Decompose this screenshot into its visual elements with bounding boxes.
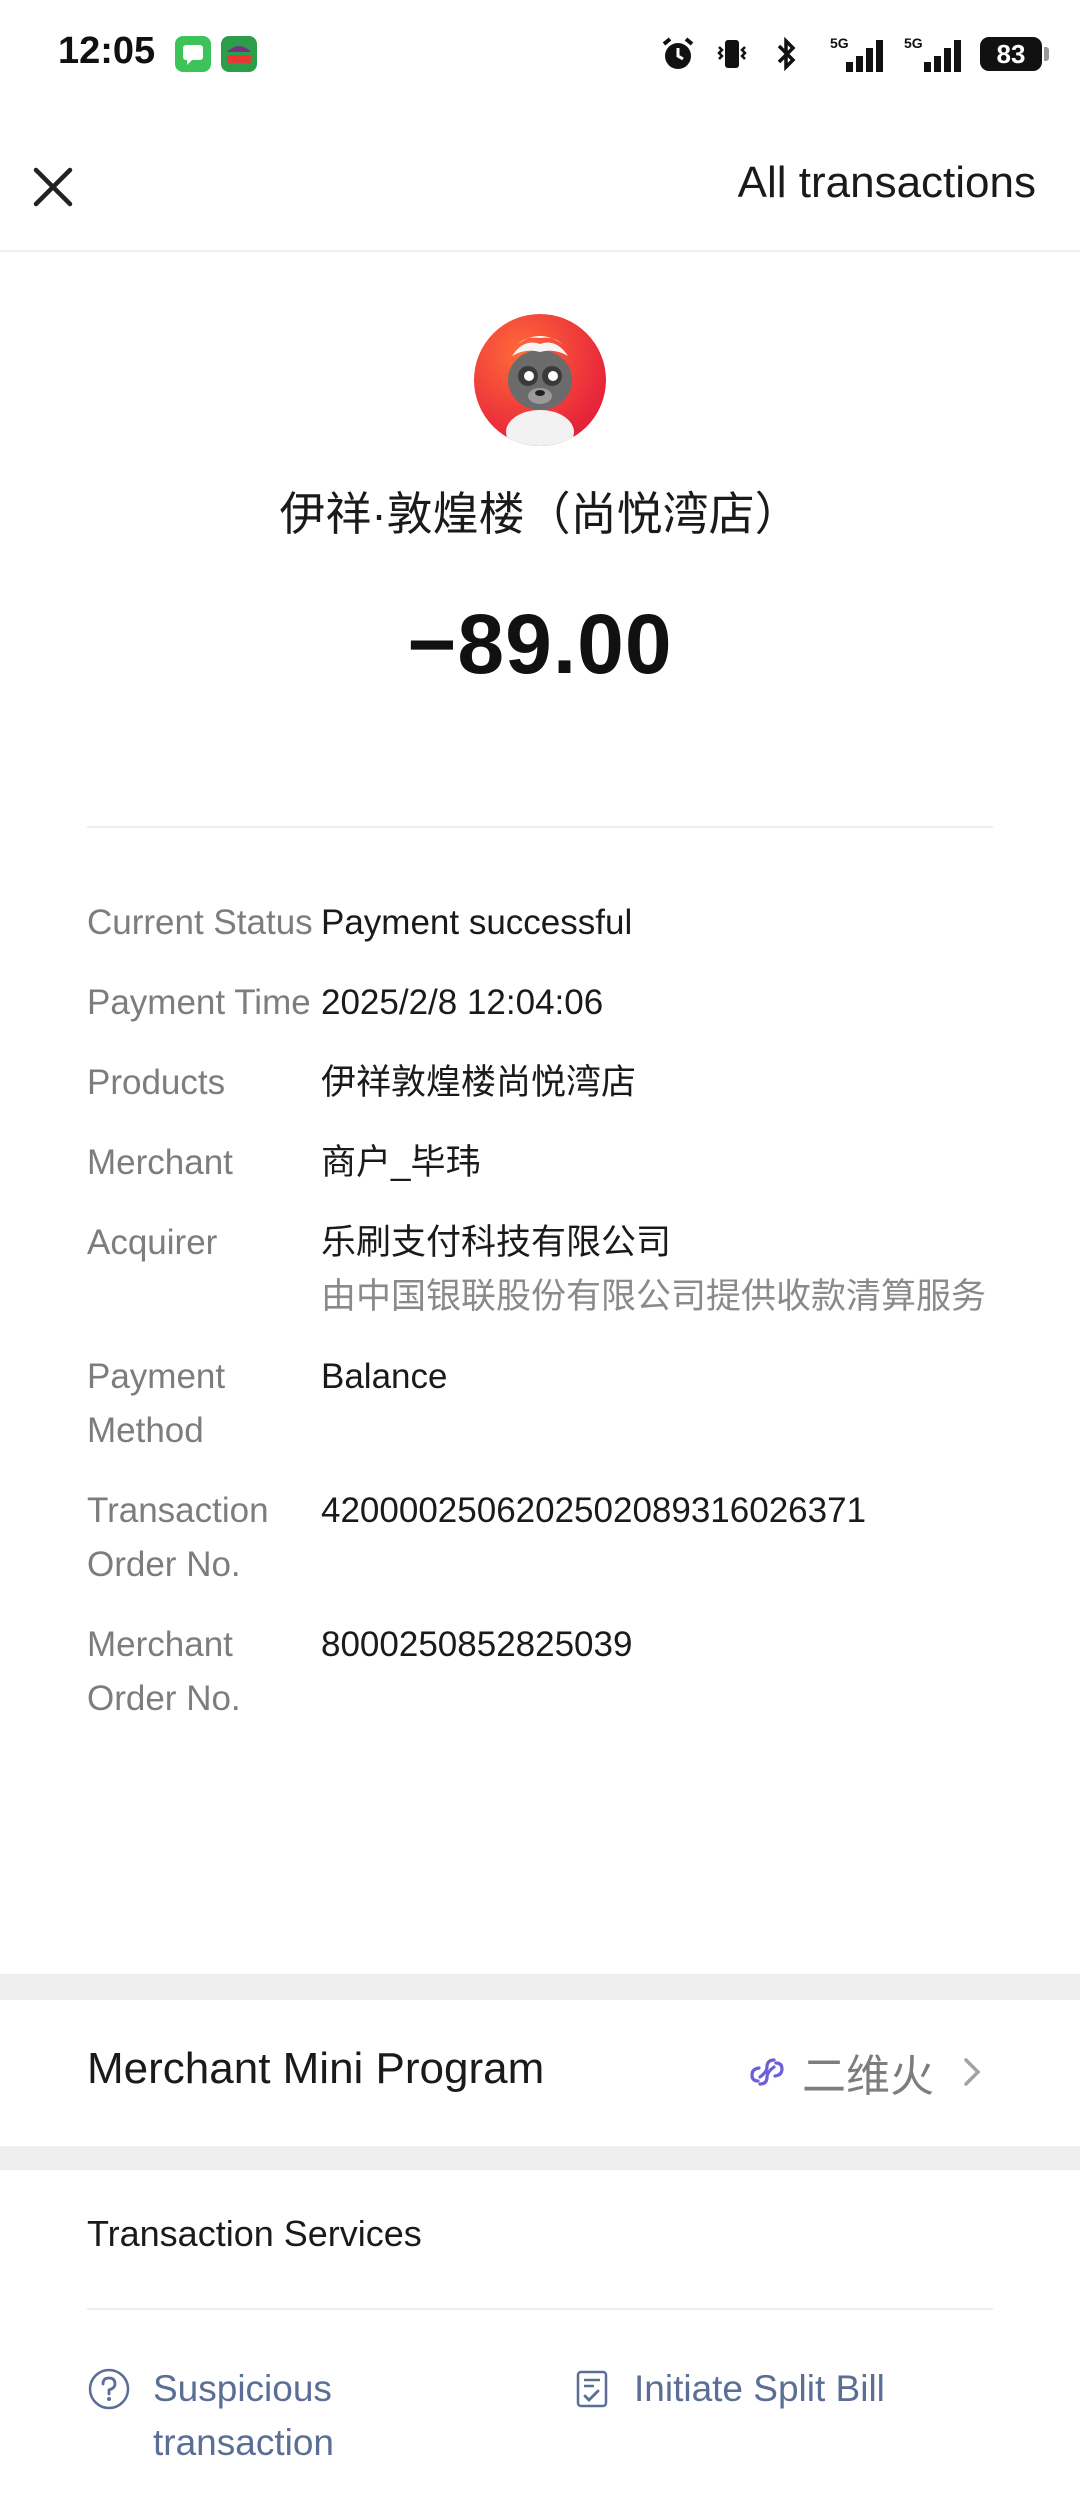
status-time: 12:05 <box>58 30 156 72</box>
question-circle-icon <box>88 2368 130 2410</box>
divider <box>87 2308 993 2310</box>
messages-notification-icon <box>175 36 211 72</box>
close-icon <box>33 167 73 207</box>
detail-label: Merchant <box>87 1143 233 1182</box>
detail-value: 伊祥敦煌楼尚悦湾店 <box>321 1063 637 1102</box>
detail-row-acquirer: Acquirer 乐刷支付科技有限公司 由中国银联股份有限公司提供收款清算服务 <box>87 1216 993 1324</box>
svg-text:5G: 5G <box>904 35 923 51</box>
detail-row-merchant: Merchant 商户_毕玮 <box>87 1136 993 1190</box>
all-transactions-link[interactable]: All transactions <box>738 158 1036 208</box>
transaction-services-title: Transaction Services <box>87 2213 422 2254</box>
bluetooth-icon <box>766 34 806 74</box>
detail-value: 乐刷支付科技有限公司 <box>321 1223 672 1262</box>
battery-indicator: 83 <box>980 37 1049 71</box>
detail-subtext: 由中国银联股份有限公司提供收款清算服务 <box>321 1277 987 1316</box>
battery-level: 83 <box>996 38 1026 69</box>
section-separator <box>0 2146 1080 2170</box>
status-bar: 12:05 5G 5G 83 <box>0 0 1080 110</box>
detail-label: Acquirer <box>87 1223 218 1262</box>
close-button[interactable] <box>26 160 80 214</box>
detail-value: 2025/2/8 12:04:06 <box>321 983 604 1022</box>
detail-value: 4200002506202502089316026371 <box>321 1491 867 1530</box>
detail-row-payment-method: Payment Method Balance <box>87 1350 993 1458</box>
top-nav: All transactions <box>0 110 1080 252</box>
signal-5g-icon-2: 5G <box>902 34 966 74</box>
merchant-name: 伊祥·敦煌楼（尚悦湾店） <box>279 488 801 540</box>
suspicious-transaction-link[interactable]: Suspicious transaction <box>87 2362 347 2470</box>
detail-value: Payment successful <box>321 903 633 942</box>
app-notification-icon <box>221 36 257 72</box>
merchant-avatar <box>474 314 606 446</box>
transaction-details: Current Status Payment successful Paymen… <box>87 896 993 1752</box>
detail-label: Current Status <box>87 903 313 942</box>
merchant-mini-program-row[interactable]: Merchant Mini Program 二维火 <box>0 2000 1080 2146</box>
section-separator <box>0 1974 1080 2000</box>
receipt-check-icon <box>576 2370 608 2408</box>
detail-row-transaction-order: Transaction Order No. 420000250620250208… <box>87 1484 993 1592</box>
mini-program-link-icon <box>750 2058 784 2086</box>
detail-value: 8000250852825039 <box>321 1625 633 1664</box>
detail-value: Balance <box>321 1357 448 1396</box>
vibrate-icon <box>712 34 752 74</box>
detail-row-merchant-order: Merchant Order No. 8000250852825039 <box>87 1618 993 1726</box>
initiate-split-bill-label: Initiate Split Bill <box>634 2368 885 2409</box>
mini-program-name: 二维火 <box>802 2052 934 2101</box>
detail-value: 商户_毕玮 <box>321 1143 481 1182</box>
detail-row-status: Current Status Payment successful <box>87 896 993 950</box>
alarm-icon <box>658 34 698 74</box>
svg-text:5G: 5G <box>830 35 849 51</box>
detail-row-payment-time: Payment Time 2025/2/8 12:04:06 <box>87 976 993 1030</box>
detail-label: Payment Method <box>87 1357 226 1450</box>
mini-program-title: Merchant Mini Program <box>87 2044 545 2093</box>
initiate-split-bill-link[interactable]: Initiate Split Bill <box>570 2362 990 2416</box>
detail-label: Products <box>87 1063 226 1102</box>
detail-label: Merchant Order No. <box>87 1625 241 1718</box>
detail-label: Payment Time <box>87 983 311 1022</box>
divider <box>87 826 993 828</box>
detail-label: Transaction Order No. <box>87 1491 269 1584</box>
chevron-right-icon <box>964 2058 981 2086</box>
suspicious-transaction-label: Suspicious transaction <box>153 2368 334 2463</box>
detail-row-products: Products 伊祥敦煌楼尚悦湾店 <box>87 1056 993 1110</box>
transaction-amount: −89.00 <box>407 597 673 691</box>
signal-5g-icon: 5G <box>820 34 888 74</box>
